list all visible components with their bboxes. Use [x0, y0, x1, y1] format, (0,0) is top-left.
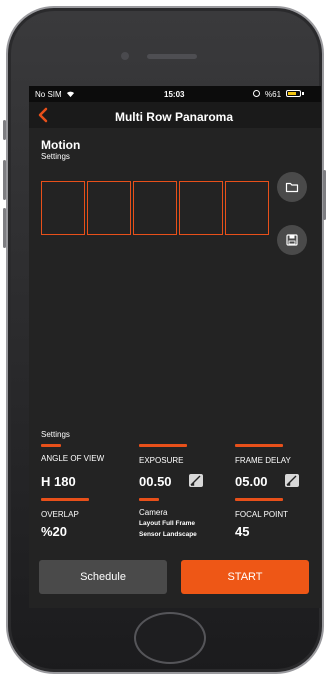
earpiece-speaker — [147, 54, 197, 59]
camera-indicator — [139, 498, 159, 501]
camera-label: Camera — [139, 508, 168, 517]
frame-preview-box — [179, 181, 223, 235]
angle-of-view-indicator — [41, 444, 61, 447]
volume-up-button[interactable] — [3, 160, 6, 200]
frame-preview-box — [41, 181, 85, 235]
carrier-label: No SIM — [35, 90, 62, 99]
exposure-indicator — [139, 444, 187, 447]
focal-point-value[interactable]: 45 — [235, 524, 249, 539]
page-title: Multi Row Panaroma — [114, 110, 233, 124]
camera-sensor-text[interactable]: Sensor Landscape — [139, 530, 197, 539]
schedule-button[interactable]: Schedule — [39, 560, 167, 594]
battery-percentage: %61 — [265, 90, 282, 99]
open-folder-button[interactable] — [277, 172, 307, 202]
chevron-left-icon[interactable] — [36, 107, 50, 123]
camera-layout-text[interactable]: Layout Full Frame — [139, 519, 195, 528]
status-bar: No SIM 15:03 %61 — [29, 86, 321, 102]
frame-delay-label: FRAME DELAY — [235, 456, 291, 465]
motion-subtitle: Settings — [41, 152, 70, 161]
exposure-value[interactable]: 00.50 — [139, 474, 172, 489]
front-camera — [121, 52, 129, 60]
focal-point-indicator — [235, 498, 283, 501]
motion-title: Motion — [41, 138, 81, 152]
angle-of-view-value[interactable]: H 180 — [41, 474, 76, 489]
status-time: 15:03 — [164, 90, 185, 99]
wifi-icon — [66, 91, 75, 98]
frame-delay-value[interactable]: 05.00 — [235, 474, 268, 489]
frame-delay-indicator — [235, 444, 283, 447]
settings-section-label: Settings — [41, 430, 70, 439]
folder-icon — [285, 182, 299, 193]
save-button[interactable] — [277, 225, 307, 255]
frame-preview-box — [133, 181, 177, 235]
battery-icon — [286, 90, 301, 97]
mute-switch[interactable] — [3, 120, 6, 140]
save-icon — [286, 234, 298, 246]
start-button[interactable]: START — [181, 560, 309, 594]
overlap-label: OVERLAP — [41, 510, 79, 519]
edit-exposure-icon[interactable] — [189, 474, 203, 487]
overlap-indicator — [41, 498, 89, 501]
navigation-bar: Multi Row Panaroma — [29, 102, 321, 128]
battery-cap — [302, 92, 304, 95]
frame-preview-box — [225, 181, 269, 235]
alarm-icon — [253, 90, 260, 97]
focal-point-label: FOCAL POINT — [235, 510, 289, 519]
exposure-label: EXPOSURE — [139, 456, 184, 465]
edit-frame-delay-icon[interactable] — [285, 474, 299, 487]
overlap-value[interactable]: %20 — [41, 524, 67, 539]
app-screen: No SIM 15:03 %61 Multi Row Panaroma Moti… — [29, 86, 321, 608]
volume-down-button[interactable] — [3, 208, 6, 248]
angle-of-view-label: ANGLE OF VIEW — [41, 454, 105, 463]
frame-preview-box — [87, 181, 131, 235]
home-button[interactable] — [134, 612, 206, 664]
power-button[interactable] — [323, 170, 326, 220]
